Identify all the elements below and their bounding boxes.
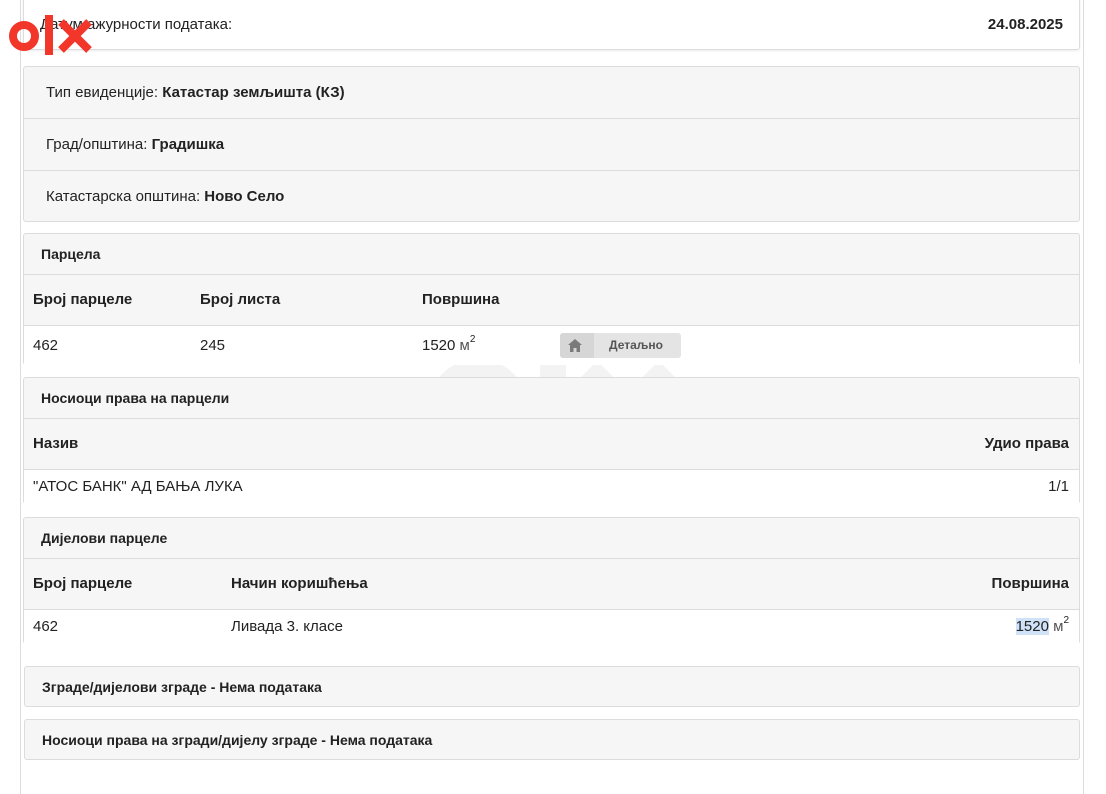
part-area-number: 1520 [1015,618,1049,635]
part-usage: Ливада 3. класе [231,618,343,635]
olx-logo[interactable] [9,12,95,58]
col-parcel-number: Број парцеле [33,291,133,308]
rights-table-header: Назив Удио права [24,419,1079,470]
cadastral-municipality-label: Катастарска општина: [46,188,205,205]
col-name: Назив [33,435,79,452]
area-value: 1520 м2 [422,326,475,365]
table-row: "АТОС БАНК" АД БАЊА ЛУКА 1/1 [24,470,1079,504]
part-area-unit-sup: 2 [1063,615,1069,626]
cadastral-municipality-row: Катастарска општина: Ново Село [24,171,1079,222]
holder-share: 1/1 [1048,478,1069,495]
record-type-row: Тип евиденције: Катастар земљишта (КЗ) [24,67,1079,119]
area-unit: м [459,337,470,354]
parcel-card: Парцела Број парцеле Број листа Површина… [23,233,1080,365]
parcel-title: Парцела [24,234,1079,275]
building-rights-card[interactable]: Носиоци права на згради/дијелу зграде - … [24,719,1080,760]
cadastral-municipality-value: Ново Село [204,188,285,205]
col-sheet-number: Број листа [200,291,281,308]
buildings-title: Зграде/дијелови зграде - Нема података [42,679,322,695]
record-type-value: Катастар земљишта (КЗ) [162,84,345,101]
record-type-label: Тип евиденције: [46,84,163,101]
record-info-card: Тип евиденције: Катастар земљишта (КЗ) Г… [23,66,1080,222]
rights-holders-card: Носиоци права на парцели Назив Удио прав… [23,377,1080,504]
building-rights-title: Носиоци права на згради/дијелу зграде - … [42,732,433,748]
part-parcel-number: 462 [33,618,59,635]
col-area: Површина [422,291,500,308]
parcel-number-value: 462 [33,337,59,354]
table-row: 462 Ливада 3. класе 1520 м2 [24,610,1079,644]
part-area-unit: м [1053,618,1064,635]
city-row: Град/општина: Градишка [24,119,1079,171]
col-part-area: Површина [991,575,1069,592]
parcel-table-header: Број парцеле Број листа Површина [24,275,1079,326]
city-value: Градишка [151,136,225,153]
part-area: 1520 м2 [1015,610,1069,644]
col-share: Удио права [984,435,1069,452]
rights-holders-title: Носиоци права на парцели [24,378,1079,419]
col-part-parcel-number: Број парцеле [33,575,133,592]
update-date-value: 24.08.2025 [987,16,1063,33]
home-icon [568,339,582,352]
sheet-number-value: 245 [200,337,226,354]
parcel-parts-card: Дијелови парцеле Број парцеле Начин кори… [23,517,1080,644]
table-row: 462 245 1520 м2 Детаљно [24,326,1079,365]
area-unit-sup: 2 [469,334,476,345]
parts-table-header: Број парцеле Начин коришћења Површина [24,559,1079,610]
city-label: Град/општина: [46,136,152,153]
holder-name: "АТОС БАНК" АД БАЊА ЛУКА [33,478,243,495]
update-date-card: Датум ажурности података: 24.08.2025 [23,0,1080,50]
col-usage: Начин коришћења [231,575,368,592]
area-number: 1520 [422,337,456,354]
detail-button-label: Детаљно [609,338,663,352]
detail-button[interactable]: Детаљно [560,333,681,358]
buildings-card[interactable]: Зграде/дијелови зграде - Нема података [24,666,1080,707]
parcel-parts-title: Дијелови парцеле [24,518,1079,559]
